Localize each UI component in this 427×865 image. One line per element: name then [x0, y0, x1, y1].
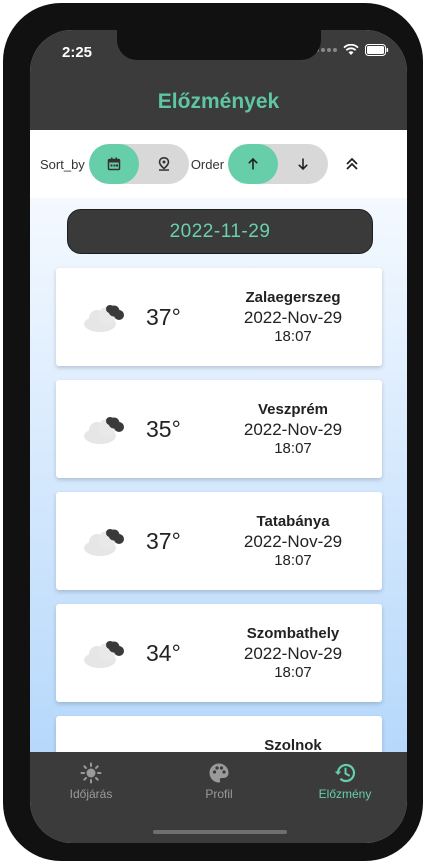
temperature: 35°: [146, 416, 181, 442]
record-info: Szombathely 2022-Nov-29 18:07: [228, 624, 358, 682]
location-pin-icon: [158, 157, 170, 171]
notch: [117, 30, 321, 60]
home-indicator: [153, 830, 287, 834]
sort-bar: Sort_by Order: [30, 130, 407, 198]
city-name: Zalaegerszeg: [245, 289, 341, 306]
screen: Előzmények 2:25 Sort_by Order 2022-11-29…: [30, 30, 407, 843]
status-time: 2:25: [62, 44, 93, 61]
temperature: 37°: [146, 304, 181, 330]
nav-item-weather[interactable]: Időjárás: [36, 762, 146, 801]
palette-icon: [209, 763, 229, 783]
order-descending-button[interactable]: [278, 144, 328, 184]
weather-card[interactable]: 35° Veszprém 2022-Nov-29 18:07: [56, 380, 382, 478]
system-icons: [315, 44, 389, 56]
record-time: 18:07: [274, 664, 312, 681]
city-name: Szolnok: [264, 737, 322, 752]
temperature: 37°: [146, 528, 181, 554]
record-date: 2022-Nov-29: [243, 308, 343, 327]
order-toggle: [228, 144, 329, 184]
sort-by-date-button[interactable]: [88, 144, 139, 184]
record-time: 18:07: [274, 440, 312, 457]
sort-by-location-button[interactable]: [139, 144, 189, 184]
record-date: 2022-Nov-29: [243, 644, 343, 663]
weather-card[interactable]: 37° Tatabánya 2022-Nov-29 18:07: [56, 492, 382, 590]
sun-icon: [80, 762, 102, 784]
cloudy-icon: [80, 299, 128, 335]
sort-by-toggle: [88, 144, 189, 184]
weather-card[interactable]: 37° Zalaegerszeg 2022-Nov-29 18:07: [56, 268, 382, 366]
record-date: 2022-Nov-29: [243, 420, 343, 439]
collapse-button[interactable]: [337, 149, 367, 179]
city-name: Szombathely: [246, 625, 340, 642]
phone-frame: Előzmények 2:25 Sort_by Order 2022-11-29…: [3, 3, 423, 861]
weather-card[interactable]: Szolnok: [56, 716, 382, 752]
city-name: Tatabánya: [256, 513, 330, 530]
battery-icon: [365, 44, 389, 56]
record-info: Veszprém 2022-Nov-29 18:07: [228, 400, 358, 458]
chevron-double-up-icon: [346, 157, 358, 170]
cloudy-icon: [80, 635, 128, 671]
record-time: 18:07: [274, 328, 312, 345]
arrow-up-icon: [248, 157, 258, 170]
calendar-icon: [107, 157, 121, 171]
wifi-icon: [343, 44, 359, 56]
page-title: Előzmények: [157, 90, 280, 113]
date-header[interactable]: 2022-11-29: [67, 209, 373, 254]
sort-by-label: Sort_by: [40, 156, 85, 172]
record-date: 2022-Nov-29: [243, 532, 343, 551]
temperature: 34°: [146, 640, 181, 666]
weather-card[interactable]: 34° Szombathely 2022-Nov-29 18:07: [56, 604, 382, 702]
nav-label-profile: Profil: [205, 787, 233, 801]
nav-label-weather: Időjárás: [69, 787, 113, 801]
record-info: Szolnok: [228, 736, 358, 752]
cloudy-icon: [80, 411, 128, 447]
nav-item-history[interactable]: Előzmény: [290, 762, 400, 801]
record-time: 18:07: [274, 552, 312, 569]
history-list: 2022-11-29 37° Zalaegerszeg 2022-Nov-29 18:…: [30, 198, 407, 752]
record-info: Tatabánya 2022-Nov-29 18:07: [228, 512, 358, 570]
record-info: Zalaegerszeg 2022-Nov-29 18:07: [228, 288, 358, 346]
cloudy-icon: [80, 523, 128, 559]
nav-item-profile[interactable]: Profil: [164, 762, 274, 801]
order-label: Order: [190, 156, 225, 172]
city-name: Veszprém: [257, 401, 329, 418]
arrow-down-icon: [298, 158, 308, 171]
order-ascending-button[interactable]: [228, 144, 279, 184]
history-icon: [334, 763, 356, 783]
nav-label-history: Előzmény: [318, 787, 372, 801]
